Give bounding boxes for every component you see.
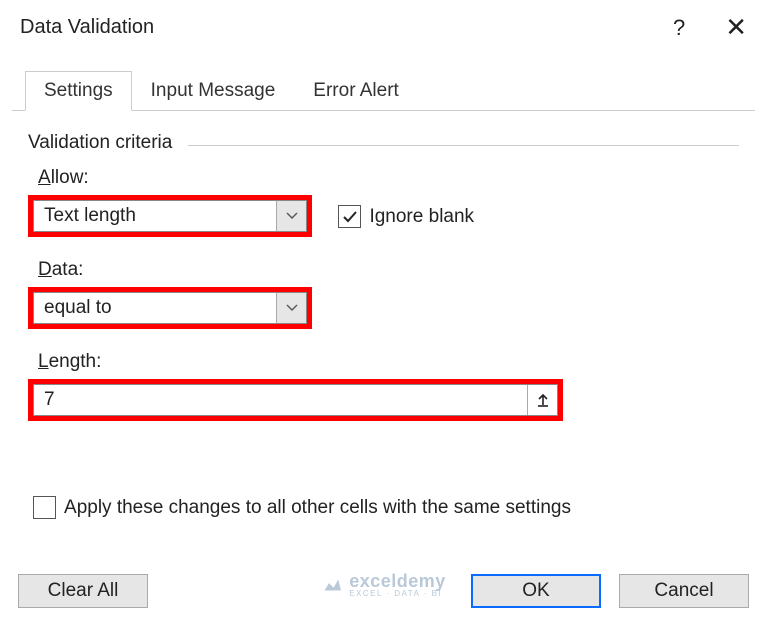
titlebar: Data Validation ? ✕ [0,0,767,51]
length-value: 7 [34,389,527,411]
ignore-blank-checkbox[interactable] [338,205,361,228]
allow-row: Allow: Text length Ignore blank [28,167,739,237]
tab-error-alert[interactable]: Error Alert [294,71,418,111]
apply-changes-label: Apply these changes to all other cells w… [64,497,571,519]
dialog-content: Validation criteria Allow: Text length I… [0,111,767,519]
clear-all-button[interactable]: Clear All [18,574,148,608]
group-legend: Validation criteria [28,132,182,154]
window-controls: ? ✕ [673,12,747,43]
apply-changes-row: Apply these changes to all other cells w… [33,496,739,519]
button-bar: Clear All OK Cancel [18,574,749,608]
help-icon[interactable]: ? [673,15,685,41]
highlight-box-allow: Text length [28,195,312,237]
dialog-title: Data Validation [20,16,154,39]
ignore-blank-row: Ignore blank [338,205,474,228]
chevron-down-icon[interactable] [276,201,306,231]
validation-criteria-group: Validation criteria Allow: Text length I… [28,135,739,519]
apply-changes-checkbox[interactable] [33,496,56,519]
length-row: Length: 7 [28,351,739,421]
chevron-down-icon[interactable] [276,293,306,323]
ok-button[interactable]: OK [471,574,601,608]
allow-value: Text length [34,205,276,227]
data-value: equal to [34,297,276,319]
range-selector-icon[interactable] [527,385,557,415]
tab-input-message[interactable]: Input Message [132,71,295,111]
tab-bar: Settings Input Message Error Alert [0,71,767,111]
data-dropdown[interactable]: equal to [33,292,307,324]
data-row: Data: equal to [28,259,739,329]
allow-label: Allow: [38,167,739,189]
highlight-box-data: equal to [28,287,312,329]
length-input[interactable]: 7 [33,384,558,416]
highlight-box-length: 7 [28,379,563,421]
allow-dropdown[interactable]: Text length [33,200,307,232]
close-icon[interactable]: ✕ [725,12,747,43]
ignore-blank-label: Ignore blank [369,206,474,228]
data-label: Data: [38,259,739,281]
length-label: Length: [38,351,739,373]
tab-settings[interactable]: Settings [25,71,132,111]
cancel-button[interactable]: Cancel [619,574,749,608]
